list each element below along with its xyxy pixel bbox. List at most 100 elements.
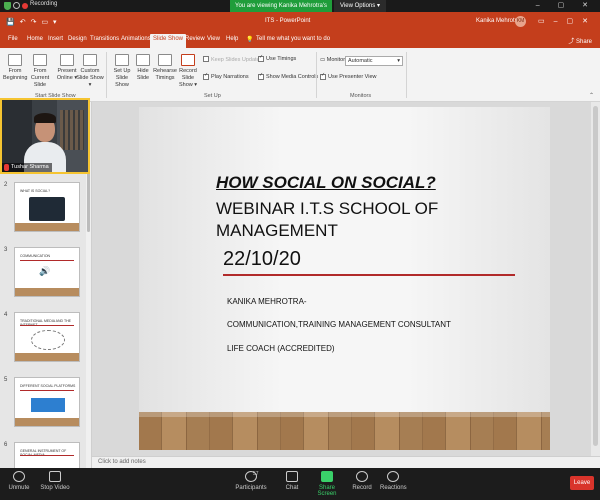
smiley-icon — [387, 471, 399, 482]
security-shield-icon[interactable] — [4, 2, 11, 10]
keep-updated-label: Keep Slides Updated — [211, 57, 263, 63]
record-slide-show-button[interactable]: Record Slide Show ▾ — [176, 54, 200, 89]
app-window-controls[interactable]: ▭–▢✕ — [538, 17, 597, 25]
avatar[interactable]: KM — [515, 16, 526, 27]
chat-button[interactable]: Chat — [284, 471, 300, 491]
tab-animations[interactable]: Animations — [121, 36, 151, 42]
reactions-label: Reactions — [380, 485, 407, 491]
use-timings-label: Use Timings — [266, 56, 297, 62]
share-button[interactable]: ⤴ Share — [568, 36, 592, 45]
slide-number: 5 — [4, 377, 8, 383]
scroll-thumb[interactable] — [593, 106, 598, 446]
ribbon-tabs: File Home Insert Design Transitions Anim… — [0, 32, 600, 48]
collapse-ribbon-icon[interactable]: ⌃ — [589, 92, 594, 99]
platforms-image — [31, 398, 65, 412]
record-button[interactable]: Record — [352, 471, 372, 491]
recording-dot-icon — [22, 3, 28, 9]
window-title: ITS - PowerPoint — [265, 18, 311, 24]
hide-slide-icon — [136, 54, 150, 66]
tab-slide-show[interactable]: Slide Show — [150, 34, 187, 48]
quick-access-toolbar[interactable]: 💾↶↷▭▾ — [6, 18, 62, 26]
tab-review[interactable]: Review — [185, 36, 205, 42]
monitor-select[interactable]: Automatic ▾ — [345, 56, 403, 66]
checkbox-box — [320, 74, 326, 80]
unmute-button[interactable]: Unmute — [6, 471, 32, 491]
custom-slide-show-button[interactable]: Custom Slide Show ▾ — [76, 54, 104, 89]
slide-number: 6 — [4, 442, 8, 448]
share-screen-button[interactable]: Share Screen — [310, 471, 344, 497]
participant-video[interactable]: Tushar Sharma — [0, 98, 90, 174]
show-media-controls-checkbox[interactable]: Show Media Controls — [258, 74, 318, 80]
thumb-title: COMMUNICATION — [20, 254, 51, 258]
use-presenter-view-checkbox[interactable]: Use Presenter View — [320, 74, 377, 80]
keep-slides-updated-checkbox: Keep Slides Updated — [203, 56, 263, 63]
slide-thumbnail-3[interactable]: COMMUNICATION 🔊 — [14, 247, 80, 297]
person-hair — [34, 113, 56, 123]
tab-insert[interactable]: Insert — [48, 36, 63, 42]
slide-number: 4 — [4, 312, 8, 318]
tab-file[interactable]: File — [8, 36, 18, 42]
slide-thumbnail-4[interactable]: TRADITIONAL MEDIA AND THE INTERNET — [14, 312, 80, 362]
slide-thumbnail-5[interactable]: DIFFERENT SOCIAL PLATFORMS — [14, 377, 80, 427]
notes-pane[interactable]: Click to add notes — [92, 456, 600, 468]
chevron-down-icon: ▾ — [397, 58, 400, 64]
window-controls[interactable]: – ▢ ✕ — [536, 1, 596, 9]
tab-home[interactable]: Home — [27, 36, 43, 42]
present-online-button[interactable]: Present Online ▾ — [56, 54, 78, 82]
workspace-scrollbar[interactable] — [591, 102, 600, 456]
separator — [406, 52, 407, 98]
slide-thumbnail-2[interactable]: WHAT IS SOCIAL? — [14, 182, 80, 232]
stop-video-button[interactable]: Stop Video — [40, 471, 70, 491]
tab-view[interactable]: View — [207, 36, 220, 42]
from-beginning-button[interactable]: From Beginning — [3, 54, 27, 82]
participant-name: Tushar Sharma — [2, 163, 52, 172]
presenter-name: KANIKA MEHROTRA- — [227, 297, 307, 306]
tab-transitions[interactable]: Transitions — [90, 36, 119, 42]
reactions-button[interactable]: Reactions — [380, 471, 407, 491]
notes-placeholder[interactable]: Click to add notes — [98, 459, 146, 465]
thumb-floor — [15, 223, 79, 231]
slide-subtitle: WEBINAR I.T.S SCHOOL OF MANAGEMENT — [216, 199, 439, 240]
separator — [106, 52, 107, 98]
view-options-button[interactable]: View Options ▾ — [334, 0, 386, 12]
play-narrations-label: Play Narrations — [211, 74, 249, 80]
current-slide[interactable]: HOW SOCIAL ON SOCIAL? WEBINAR I.T.S SCHO… — [139, 107, 550, 450]
info-icon[interactable] — [13, 2, 20, 9]
share-icon: ⤴ — [568, 39, 576, 45]
present-online-label: Present Online ▾ — [56, 68, 78, 81]
slide-title: HOW SOCIAL ON SOCIAL? — [216, 173, 436, 192]
slide-number: 2 — [4, 182, 8, 188]
tell-me-search[interactable]: Tell me what you want to do — [256, 36, 330, 42]
use-timings-checkbox[interactable]: Use Timings — [258, 56, 296, 62]
from-beginning-label: From Beginning — [3, 68, 28, 81]
play-narrations-checkbox[interactable]: Play Narrations — [203, 74, 249, 80]
separator — [316, 52, 317, 98]
unmute-label: Unmute — [8, 485, 30, 491]
slideshow-current-icon — [33, 54, 47, 66]
tab-design[interactable]: Design — [68, 36, 87, 42]
zoom-top-bar: Recording You are viewing Kanika Mehrotr… — [0, 0, 600, 21]
muted-mic-icon — [4, 164, 9, 171]
participants-count: 57 — [253, 471, 259, 477]
leave-button[interactable]: Leave — [570, 476, 594, 490]
record-icon — [356, 471, 368, 482]
set-up-slide-show-button[interactable]: Set Up Slide Show — [110, 54, 134, 89]
slide-thumbnail-6[interactable]: GENERAL INSTRUMENT OF SOCIAL MEDIA — [14, 442, 80, 468]
thumb-floor — [15, 353, 79, 361]
zoom-control-bar: Unmute Stop Video 57 Participants Chat S… — [0, 468, 600, 500]
participants-label: Participants — [235, 485, 267, 491]
user-name[interactable]: Kanika Mehrotra — [476, 18, 520, 24]
rehearse-timings-button[interactable]: Rehearse Timings — [153, 54, 177, 82]
monitor-text: Monitor: — [326, 57, 347, 63]
hide-slide-button[interactable]: Hide Slide — [134, 54, 152, 82]
participants-button[interactable]: 57 Participants — [234, 471, 268, 491]
bookshelf — [60, 110, 84, 150]
tab-help[interactable]: Help — [226, 36, 238, 42]
from-current-slide-button[interactable]: From Current Slide — [28, 54, 52, 89]
hide-slide-label: Hide Slide — [136, 68, 150, 81]
setup-icon — [115, 54, 129, 66]
custom-show-label: Custom Slide Show ▾ — [76, 68, 104, 88]
slide-workspace: HOW SOCIAL ON SOCIAL? WEBINAR I.T.S SCHO… — [92, 102, 600, 456]
checkbox-box — [203, 56, 209, 62]
set-up-label: Set Up Slide Show — [113, 68, 131, 88]
